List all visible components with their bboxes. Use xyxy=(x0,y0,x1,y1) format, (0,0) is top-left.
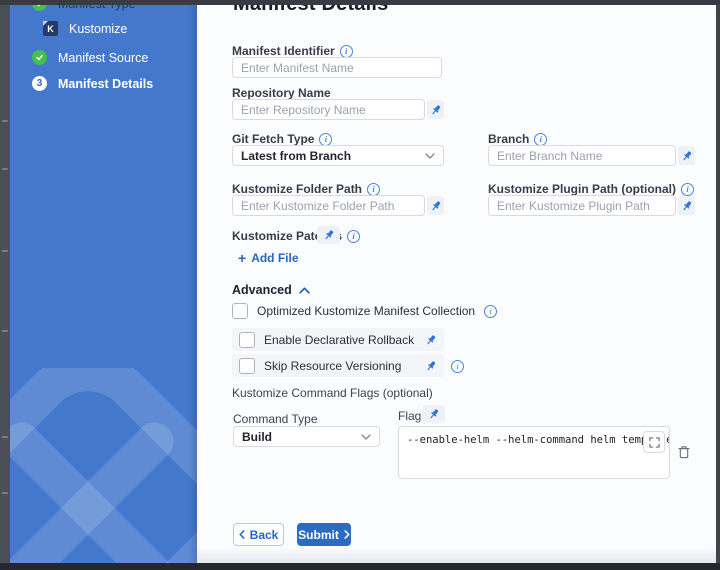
submit-button[interactable]: Submit xyxy=(297,523,351,546)
info-icon[interactable]: i xyxy=(451,360,464,373)
git-fetch-type-label: Git Fetch Type i xyxy=(232,132,332,146)
checkbox[interactable] xyxy=(239,358,255,374)
kustomize-folder-path-label: Kustomize Folder Path i xyxy=(232,182,380,196)
info-icon[interactable]: i xyxy=(484,305,497,318)
pin-icon[interactable] xyxy=(425,334,437,346)
sidebar-item-kustomize[interactable]: K Kustomize xyxy=(43,21,127,36)
branch-input[interactable] xyxy=(488,145,676,166)
kustomize-folder-path-input[interactable] xyxy=(232,195,425,216)
flag-input[interactable]: --enable-helm --helm-command helm templa… xyxy=(398,426,670,479)
git-fetch-type-select[interactable]: Latest from Branch xyxy=(232,145,444,166)
plus-icon: + xyxy=(238,250,246,266)
info-icon[interactable]: i xyxy=(367,183,380,196)
wizard-sidebar: Manifest Type K Kustomize Manifest Sourc… xyxy=(10,0,197,563)
info-icon[interactable]: i xyxy=(340,45,353,58)
info-icon[interactable]: i xyxy=(347,230,360,243)
harness-logo-watermark xyxy=(10,368,197,563)
declarative-rollback-row: Enable Declarative Rollback xyxy=(232,328,444,351)
checkbox[interactable] xyxy=(232,303,248,319)
flag-label: Flag xyxy=(398,409,421,423)
pin-icon[interactable] xyxy=(427,196,444,215)
step-number-badge: 3 xyxy=(32,76,47,91)
pin-icon xyxy=(428,408,440,420)
command-type-select[interactable]: Build xyxy=(233,426,380,447)
add-file-button[interactable]: + Add File xyxy=(238,250,299,266)
kustomize-patches-label: Kustomize Patches i xyxy=(232,229,360,243)
info-icon[interactable]: i xyxy=(534,133,547,146)
skip-versioning-label: Skip Resource Versioning xyxy=(264,359,416,373)
pin-icon xyxy=(323,229,335,241)
manifest-identifier-label: Manifest Identifier i xyxy=(232,44,353,58)
manifest-identifier-input[interactable] xyxy=(232,57,442,78)
check-icon xyxy=(32,50,47,65)
window-frame-bottom xyxy=(0,563,720,570)
sidebar-item-label: Manifest Details xyxy=(58,77,153,91)
window-frame-left xyxy=(0,0,10,570)
command-type-label: Command Type xyxy=(233,412,318,426)
declarative-rollback-label: Enable Declarative Rollback xyxy=(264,333,416,347)
sidebar-item-label: Kustomize xyxy=(69,22,127,36)
window-frame-top xyxy=(0,0,720,5)
info-icon[interactable]: i xyxy=(681,183,694,196)
chevron-down-icon xyxy=(425,153,435,159)
chevron-down-icon xyxy=(361,434,371,440)
repository-name-input[interactable] xyxy=(232,99,425,120)
optimized-collection-row: Optimized Kustomize Manifest Collection … xyxy=(232,303,497,319)
chevron-right-icon xyxy=(344,530,350,539)
kustomize-logo-icon: K xyxy=(43,21,58,36)
chevron-left-icon xyxy=(239,530,245,539)
info-icon[interactable]: i xyxy=(319,133,332,146)
back-button[interactable]: Back xyxy=(233,523,284,546)
checkbox[interactable] xyxy=(239,332,255,348)
optimized-collection-label: Optimized Kustomize Manifest Collection xyxy=(257,304,475,318)
delete-flag-icon[interactable] xyxy=(678,445,690,459)
pin-icon[interactable] xyxy=(678,146,695,165)
footer-fade xyxy=(197,547,716,563)
advanced-toggle[interactable]: Advanced xyxy=(232,283,310,297)
expand-editor-button[interactable] xyxy=(643,431,665,453)
kustomize-plugin-path-input[interactable] xyxy=(488,195,676,216)
sidebar-item-manifest-details[interactable]: 3 Manifest Details xyxy=(32,76,153,91)
pin-button[interactable] xyxy=(317,226,340,244)
manifest-details-panel: Manifest Details Manifest Identifier i R… xyxy=(197,0,716,563)
skip-versioning-row: Skip Resource Versioning xyxy=(232,354,444,377)
branch-label: Branch i xyxy=(488,132,547,146)
kustomize-plugin-path-label: Kustomize Plugin Path (optional) i xyxy=(488,182,694,196)
sidebar-item-manifest-source[interactable]: Manifest Source xyxy=(32,50,148,65)
pin-icon[interactable] xyxy=(427,100,444,119)
pin-icon[interactable] xyxy=(678,196,695,215)
sidebar-item-label: Manifest Source xyxy=(58,51,148,65)
command-flags-section-label: Kustomize Command Flags (optional) xyxy=(232,386,433,400)
window-frame-right xyxy=(716,0,720,570)
repository-name-label: Repository Name xyxy=(232,86,331,100)
pin-icon[interactable] xyxy=(425,360,437,372)
expand-icon xyxy=(649,437,660,448)
chevron-up-icon xyxy=(299,287,310,294)
pin-button[interactable] xyxy=(422,405,445,423)
